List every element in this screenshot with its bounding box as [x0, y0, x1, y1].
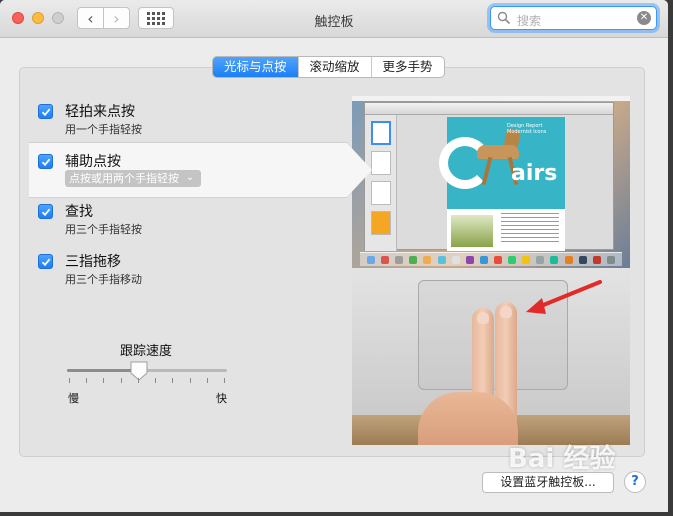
slider-fill — [67, 369, 139, 372]
checkmark-icon — [41, 108, 50, 116]
tab-point-click[interactable]: 光标与点按 — [213, 57, 298, 77]
slider-tick — [172, 378, 174, 383]
baidu-watermark-logo: Bai 经验 — [508, 444, 616, 474]
setup-bluetooth-trackpad-button[interactable]: 设置蓝牙触控板... — [482, 472, 614, 493]
look-up-checkbox[interactable] — [38, 204, 53, 219]
option-subtitle: 用三个手指轻按 — [65, 223, 142, 236]
preview-dock — [360, 252, 622, 266]
secondary-click-checkbox[interactable] — [38, 154, 53, 169]
preview-document: Design Report Modernist Icons airs — [439, 117, 565, 251]
slider-tick — [137, 378, 139, 383]
search-icon — [497, 11, 511, 25]
slider-tick — [223, 378, 225, 383]
checkmark-icon — [41, 258, 50, 266]
checkmark-icon — [41, 208, 50, 216]
preview-toolbar — [365, 103, 613, 115]
slider-tick — [103, 378, 105, 383]
slider-ticks — [69, 378, 225, 383]
search-field[interactable]: 搜索 ✕ — [490, 6, 657, 30]
option-subtitle: 用三个手指移动 — [65, 273, 142, 286]
slider-tick — [86, 378, 88, 383]
tab-more-gestures[interactable]: 更多手势 — [370, 57, 444, 77]
slider-tick — [155, 378, 157, 383]
option-title: 辅助点按 — [65, 154, 121, 170]
option-title: 轻拍来点按 — [65, 104, 135, 120]
system-preferences-window: ‹ › 触控板 搜索 ✕ 光标与点按 滚动缩放 更多手势 轻拍来点按 用一个手指… — [0, 0, 668, 512]
slider-tick — [69, 378, 70, 383]
three-finger-drag-checkbox[interactable] — [38, 254, 53, 269]
slider-tick — [206, 378, 208, 383]
option-title: 查找 — [65, 204, 93, 220]
chevron-down-icon: ⌄ — [185, 172, 195, 183]
tab-scroll-zoom[interactable]: 滚动缩放 — [297, 57, 371, 77]
preview-doc-photo — [451, 215, 493, 247]
gesture-preview-video: Design Report Modernist Icons airs — [352, 96, 630, 445]
clear-search-icon[interactable]: ✕ — [637, 11, 651, 25]
preview-trackpad-scene — [352, 268, 630, 445]
option-title: 三指拖移 — [65, 254, 121, 270]
preview-app-window: Design Report Modernist Icons airs — [364, 102, 614, 251]
preview-screen: Design Report Modernist Icons airs — [352, 96, 630, 268]
checkmark-icon — [41, 158, 50, 166]
tracking-speed-label: 跟踪速度 — [120, 344, 173, 359]
red-arrow-icon — [526, 280, 602, 314]
help-button[interactable]: ? — [624, 471, 646, 493]
hand-illustration — [418, 392, 518, 445]
preview-menubar — [352, 96, 630, 101]
title-bar: ‹ › 触控板 搜索 ✕ — [0, 0, 668, 38]
tap-to-click-checkbox[interactable] — [38, 104, 53, 119]
slider-tick — [189, 378, 191, 383]
preview-doc-title: Design Report Modernist Icons — [507, 123, 547, 135]
search-placeholder: 搜索 — [517, 14, 542, 28]
secondary-click-popup[interactable]: 点按或用两个手指轻按 ⌄ — [65, 170, 201, 187]
preview-doc-word: airs — [511, 161, 558, 186]
slider-max-label: 快 — [216, 392, 227, 405]
slider-tick — [120, 378, 122, 383]
option-subtitle: 用一个手指轻按 — [65, 123, 142, 136]
tab-bar: 光标与点按 滚动缩放 更多手势 — [212, 56, 445, 78]
popup-value: 点按或用两个手指轻按 — [69, 172, 179, 185]
slider-min-label: 慢 — [68, 392, 79, 405]
